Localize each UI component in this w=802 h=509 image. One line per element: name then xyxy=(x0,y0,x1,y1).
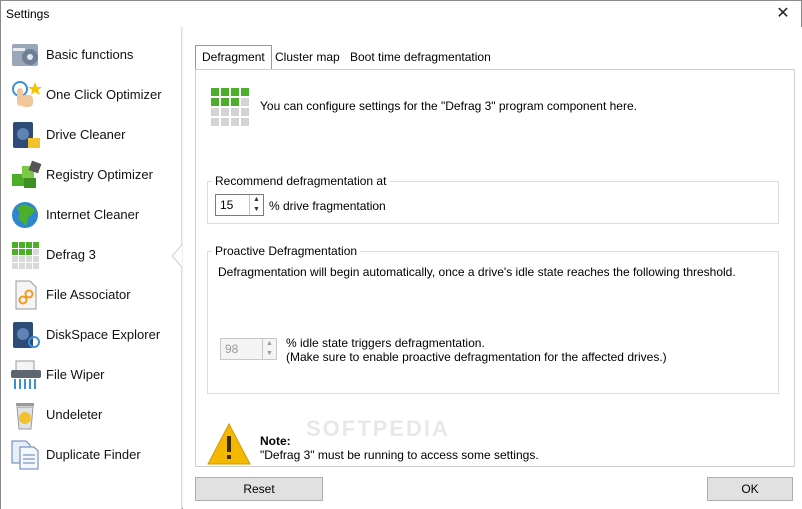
spinner-down-icon[interactable]: ▼ xyxy=(250,205,263,215)
proactive-group-title: Proactive Defragmentation xyxy=(212,244,361,258)
sidebar-item-label: File Associator xyxy=(46,287,131,302)
note-text: "Defrag 3" must be running to access som… xyxy=(260,448,539,462)
defrag-grid-icon xyxy=(211,88,249,126)
file-link-icon xyxy=(15,280,37,310)
sidebar-item-registry-optimizer[interactable]: Registry Optimizer xyxy=(1,154,182,194)
registry-cubes-icon xyxy=(12,160,42,188)
sidebar-item-defrag-3[interactable]: Defrag 3 xyxy=(1,234,182,274)
sidebar-item-drive-cleaner[interactable]: Drive Cleaner xyxy=(1,114,182,154)
defrag-grid-icon xyxy=(12,242,39,269)
sidebar: Basic functions One Click Optimizer Driv… xyxy=(1,27,183,509)
sidebar-item-label: Basic functions xyxy=(46,47,134,62)
sidebar-item-label: One Click Optimizer xyxy=(46,87,162,102)
recommend-value: 15 xyxy=(220,198,234,212)
sidebar-item-diskspace-explorer[interactable]: DiskSpace Explorer xyxy=(1,314,182,354)
settings-window: Settings ✕ Basic functions One Click Opt… xyxy=(0,0,802,509)
defragment-tab-page: You can configure settings for the "Defr… xyxy=(195,69,795,467)
sidebar-item-file-associator[interactable]: File Associator xyxy=(1,274,182,314)
sidebar-item-one-click-optimizer[interactable]: One Click Optimizer xyxy=(1,74,182,114)
idle-threshold-suffix: % idle state triggers defragmentation. xyxy=(286,336,485,350)
tab-strip: Defragment Cluster map Boot time defragm… xyxy=(195,45,795,69)
disk-explorer-icon xyxy=(13,322,40,348)
sidebar-item-label: Defrag 3 xyxy=(46,247,96,262)
spinner-down-icon[interactable]: ▼ xyxy=(263,349,276,359)
recommend-fragmentation-spinner[interactable]: 15 ▲ ▼ xyxy=(215,194,264,216)
sidebar-item-file-wiper[interactable]: File Wiper xyxy=(1,354,182,394)
sidebar-item-duplicate-finder[interactable]: Duplicate Finder xyxy=(1,434,182,474)
spinner-up-icon[interactable]: ▲ xyxy=(263,339,276,349)
sidebar-item-internet-cleaner[interactable]: Internet Cleaner xyxy=(1,194,182,234)
proactive-description: Defragmentation will begin automatically… xyxy=(218,265,736,279)
idle-threshold-value: 98 xyxy=(225,342,239,356)
globe-icon xyxy=(12,202,38,228)
drive-broom-icon xyxy=(13,122,40,148)
trash-restore-icon xyxy=(16,403,34,430)
selection-pointer xyxy=(171,245,183,267)
sidebar-item-label: Internet Cleaner xyxy=(46,207,140,222)
tab-cluster-map[interactable]: Cluster map xyxy=(269,46,346,68)
sidebar-item-label: Registry Optimizer xyxy=(46,167,153,182)
recommend-group: Recommend defragmentation at 15 ▲ ▼ % dr… xyxy=(207,174,779,224)
reset-button[interactable]: Reset xyxy=(195,477,323,501)
intro-text: You can configure settings for the "Defr… xyxy=(260,99,637,113)
sidebar-item-label: Undeleter xyxy=(46,407,103,422)
close-button[interactable]: ✕ xyxy=(773,4,793,24)
spinner-arrows: ▲ ▼ xyxy=(249,195,263,215)
spinner-up-icon[interactable]: ▲ xyxy=(250,195,263,205)
duplicate-docs-icon xyxy=(11,440,39,470)
note-heading: Note: xyxy=(260,434,291,448)
ok-button[interactable]: OK xyxy=(707,477,793,501)
content-panel: Defragment Cluster map Boot time defragm… xyxy=(183,27,802,509)
sidebar-item-undeleter[interactable]: Undeleter xyxy=(1,394,182,434)
gear-wrench-icon xyxy=(12,44,38,66)
sidebar-item-label: Duplicate Finder xyxy=(46,447,141,462)
softpedia-watermark: SOFTPEDIA xyxy=(306,416,450,441)
idle-threshold-hint: (Make sure to enable proactive defragmen… xyxy=(286,350,667,364)
idle-threshold-spinner[interactable]: 98 ▲ ▼ xyxy=(220,338,277,360)
window-title: Settings xyxy=(6,7,50,21)
sidebar-item-label: Drive Cleaner xyxy=(46,127,126,142)
proactive-group: Proactive Defragmentation Defragmentatio… xyxy=(207,244,779,394)
shredder-icon xyxy=(11,360,41,389)
sidebar-item-label: File Wiper xyxy=(46,367,105,382)
sidebar-item-basic-functions[interactable]: Basic functions xyxy=(1,34,182,74)
warning-icon xyxy=(207,422,251,465)
title-bar: Settings ✕ xyxy=(1,1,801,27)
tab-defragment[interactable]: Defragment xyxy=(195,45,272,69)
spinner-arrows: ▲ ▼ xyxy=(262,339,276,359)
tab-boot-time-defragmentation[interactable]: Boot time defragmentation xyxy=(344,46,497,68)
sidebar-item-label: DiskSpace Explorer xyxy=(46,327,161,342)
hand-click-icon xyxy=(12,81,42,107)
recommend-group-title: Recommend defragmentation at xyxy=(212,174,390,188)
recommend-suffix: % drive fragmentation xyxy=(269,199,386,213)
